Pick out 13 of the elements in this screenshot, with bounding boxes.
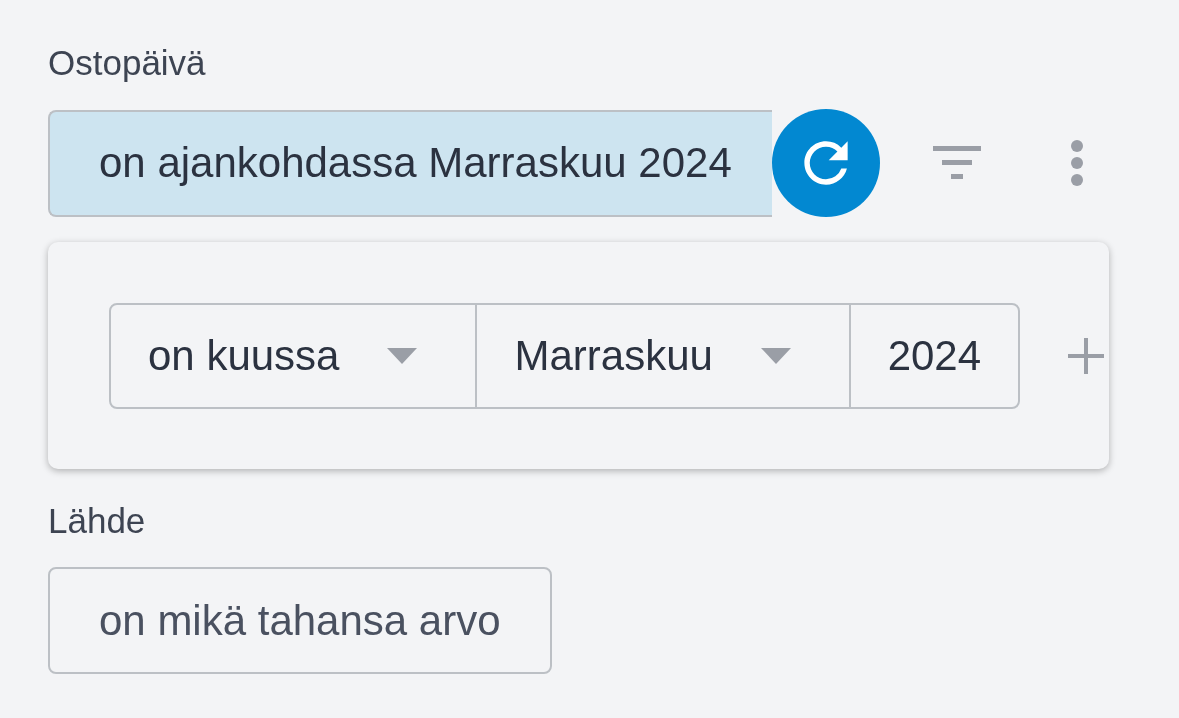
text-input[interactable]: 2024 xyxy=(848,303,1020,409)
dropdown-select[interactable]: Marraskuu xyxy=(475,303,851,409)
plus-icon xyxy=(1067,338,1104,374)
dropdown-select[interactable]: on kuussa xyxy=(109,303,478,409)
caret-icon xyxy=(760,348,791,364)
refresh-icon xyxy=(802,140,849,186)
filter-chip[interactable]: on ajankohdassa Marraskuu 2024 xyxy=(48,109,772,217)
field-label: Ostopäivä xyxy=(48,42,206,84)
filter-chip[interactable]: on mikä tahansa arvo xyxy=(48,567,552,674)
field-label: Lähde xyxy=(48,500,146,542)
filter-icon xyxy=(932,146,981,180)
caret-icon xyxy=(387,348,418,364)
more-icon xyxy=(1069,139,1084,187)
